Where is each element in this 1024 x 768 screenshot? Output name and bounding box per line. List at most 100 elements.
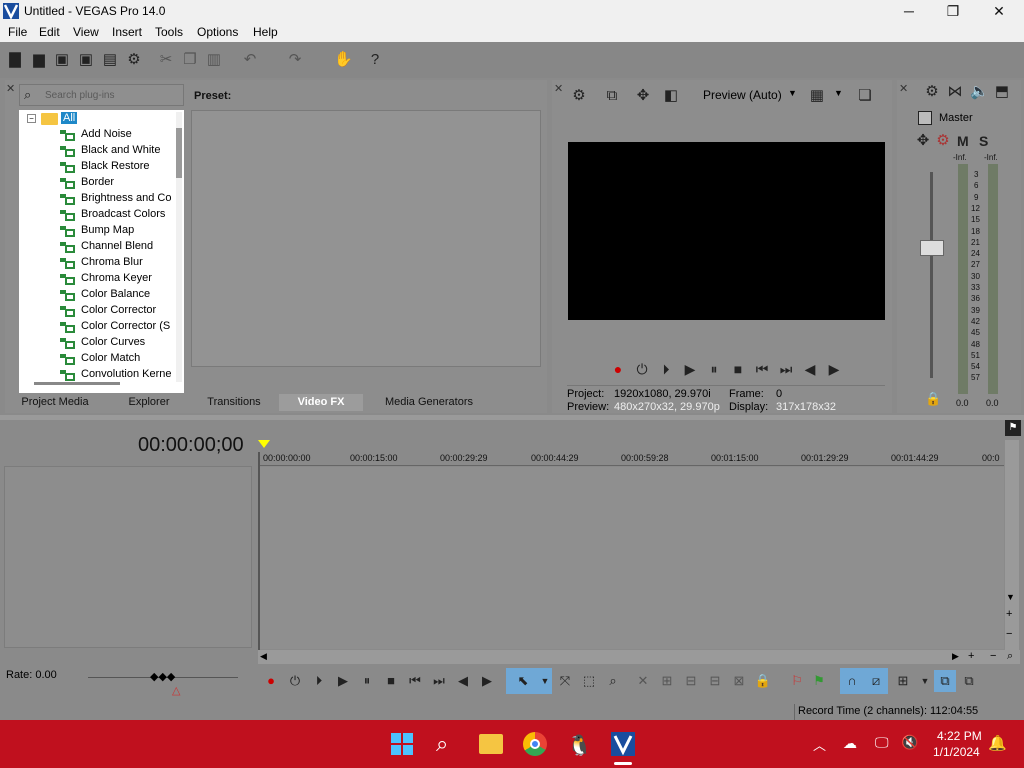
- plugin-list-item[interactable]: Bump Map: [81, 224, 134, 236]
- master-bus-icon[interactable]: [918, 111, 932, 125]
- plugin-list-item[interactable]: Chroma Blur: [81, 256, 143, 268]
- edit-tool-icon[interactable]: ✋: [334, 50, 353, 70]
- mixer-close-icon[interactable]: ✕: [899, 82, 908, 95]
- scroll-right-icon[interactable]: ▶: [952, 651, 959, 662]
- timeline-go-start-icon[interactable]: ⏮: [406, 672, 424, 690]
- trim-icon[interactable]: ⊞: [658, 672, 676, 690]
- network-icon[interactable]: 🖵: [875, 734, 889, 751]
- plugin-list-item[interactable]: Color Match: [81, 352, 140, 364]
- zoom-out-icon[interactable]: −: [990, 650, 996, 662]
- split-icon[interactable]: ⊠: [730, 672, 748, 690]
- grid-chevron-down-icon[interactable]: ▼: [834, 88, 843, 98]
- timeline-loop-icon[interactable]: ⏻: [286, 672, 304, 690]
- redo-icon[interactable]: ↷: [286, 50, 304, 70]
- plugin-list-item[interactable]: Channel Blend: [81, 240, 153, 252]
- panel-close-icon[interactable]: ✕: [6, 82, 15, 95]
- vegas-taskbar-icon[interactable]: [611, 732, 635, 756]
- clock-time[interactable]: 4:22 PM: [937, 729, 982, 743]
- overlays-icon[interactable]: ◧: [662, 86, 680, 106]
- preview-close-icon[interactable]: ✕: [554, 82, 563, 95]
- timeline-go-end-icon[interactable]: ⏭: [430, 672, 448, 690]
- rate-thumb-icon[interactable]: ◆◆◆: [150, 670, 175, 683]
- timeline-record-icon[interactable]: ●: [262, 672, 280, 690]
- pan-icon[interactable]: ✥: [914, 131, 932, 151]
- zoom-in-icon[interactable]: +: [968, 650, 974, 662]
- pause-icon[interactable]: ⏸: [705, 360, 723, 378]
- solo-button[interactable]: S: [979, 133, 988, 149]
- zoom-in-vertical-icon[interactable]: +: [1006, 608, 1012, 620]
- master-fader[interactable]: [920, 240, 944, 256]
- loop-marker-icon[interactable]: [258, 440, 270, 448]
- tab-explorer[interactable]: Explorer: [101, 394, 197, 411]
- zoom-tool-search-icon[interactable]: ⌕: [604, 672, 622, 690]
- zoom-out-vertical-icon[interactable]: −: [1006, 628, 1012, 640]
- split-screen-icon[interactable]: ✥: [634, 86, 652, 106]
- cloud-off-icon[interactable]: ☁: [843, 735, 857, 752]
- previous-frame-icon[interactable]: ◀: [801, 360, 819, 378]
- plugin-list-item[interactable]: Color Corrector: [81, 304, 156, 316]
- envelope-tool-icon[interactable]: ⤧: [556, 672, 574, 690]
- go-to-end-icon[interactable]: ⏭: [777, 360, 795, 378]
- selection-tool-icon[interactable]: ⬚: [580, 672, 598, 690]
- horizontal-scrollbar[interactable]: [258, 650, 1020, 664]
- menu-help[interactable]: Help: [253, 25, 278, 39]
- windows-start-icon[interactable]: [391, 733, 413, 755]
- minimize-button[interactable]: ─: [886, 0, 932, 22]
- edit-tool-chevron-icon[interactable]: ▼: [536, 672, 554, 690]
- menu-tools[interactable]: Tools: [155, 25, 183, 39]
- help-question-icon[interactable]: ?: [366, 50, 384, 70]
- tree-root-all[interactable]: All: [61, 112, 78, 124]
- ripple-edit-icon[interactable]: ⊞: [894, 672, 912, 690]
- insert-region-icon[interactable]: ⚑: [810, 672, 828, 690]
- volume-muted-icon[interactable]: 🔇: [901, 734, 918, 751]
- properties-gear-icon[interactable]: ⚙: [125, 50, 143, 70]
- playhead-cursor[interactable]: [258, 452, 260, 650]
- file-explorer-icon[interactable]: [479, 734, 503, 754]
- lock-event-icon[interactable]: 🔒: [754, 672, 772, 690]
- plugin-list-item[interactable]: Black Restore: [81, 160, 149, 172]
- next-frame-icon[interactable]: ▶: [825, 360, 843, 378]
- go-to-start-icon[interactable]: ⏮: [753, 360, 771, 378]
- close-button[interactable]: ✕: [976, 0, 1022, 22]
- fx-gear-icon[interactable]: ⚙: [934, 131, 952, 151]
- plugin-list-item[interactable]: Color Corrector (S: [81, 320, 170, 332]
- menu-file[interactable]: File: [8, 25, 27, 39]
- plugin-list-item[interactable]: Add Noise: [81, 128, 132, 140]
- menu-options[interactable]: Options: [197, 25, 238, 39]
- stop-icon[interactable]: ■: [729, 360, 747, 378]
- copy-icon[interactable]: ❐: [181, 50, 199, 70]
- paste-icon[interactable]: ▥: [205, 50, 223, 70]
- marker-flag-icon[interactable]: ⚑: [1005, 420, 1021, 436]
- mute-button[interactable]: M: [957, 133, 969, 149]
- scroll-down-icon[interactable]: ▼: [1006, 592, 1015, 602]
- new-file-icon[interactable]: ▇: [6, 50, 24, 70]
- save-icon[interactable]: ▣: [53, 50, 71, 70]
- tab-video-fx[interactable]: Video FX: [279, 394, 363, 411]
- menu-edit[interactable]: Edit: [39, 25, 60, 39]
- maximize-button[interactable]: ❐: [930, 0, 976, 22]
- loop-icon[interactable]: ⏻: [633, 360, 651, 378]
- timeline-pause-icon[interactable]: ⏸: [358, 672, 376, 690]
- ignore-grouping-icon[interactable]: ⧉: [960, 672, 978, 690]
- plugin-list-item[interactable]: Brightness and Co: [81, 192, 172, 204]
- timeline-stop-icon[interactable]: ■: [382, 672, 400, 690]
- search-input[interactable]: ⌕ Search plug-ins: [19, 84, 184, 106]
- save-as-icon[interactable]: ▣: [77, 50, 95, 70]
- play-icon[interactable]: ▶: [681, 360, 699, 378]
- delete-icon[interactable]: ✕: [634, 672, 652, 690]
- timeline-tracks-area[interactable]: [258, 467, 1004, 649]
- external-monitor-icon[interactable]: ⧉: [603, 86, 621, 106]
- timeline-play-icon[interactable]: ▶: [334, 672, 352, 690]
- tab-project-media[interactable]: Project Media: [9, 394, 101, 411]
- timeline-play-from-start-icon[interactable]: ⏵: [310, 672, 328, 690]
- zoom-tool-icon[interactable]: ⌕: [1007, 650, 1013, 663]
- plugin-list-item[interactable]: Broadcast Colors: [81, 208, 165, 220]
- clock-date[interactable]: 1/1/2024: [933, 745, 980, 759]
- collapse-icon[interactable]: −: [27, 114, 36, 123]
- scroll-left-icon[interactable]: ◀: [260, 651, 267, 662]
- timeline-prev-frame-icon[interactable]: ◀: [454, 672, 472, 690]
- menu-insert[interactable]: Insert: [112, 25, 142, 39]
- preview-quality-dropdown[interactable]: Preview (Auto): [703, 88, 782, 102]
- insert-bus-icon[interactable]: ⬒: [993, 82, 1011, 102]
- trim-start-icon[interactable]: ⊟: [682, 672, 700, 690]
